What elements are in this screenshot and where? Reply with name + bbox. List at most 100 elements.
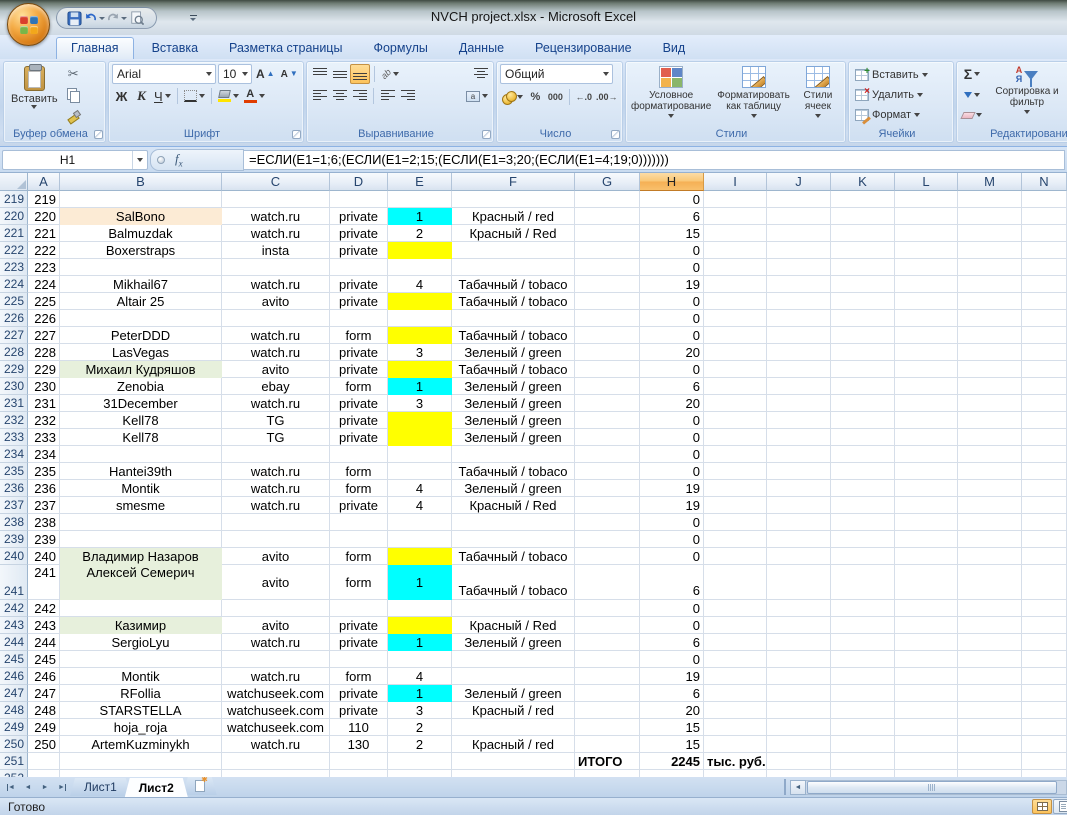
cell-A238[interactable]: 238 (28, 514, 60, 531)
cell-G224[interactable] (575, 276, 640, 293)
cell-D239[interactable] (330, 531, 388, 548)
cell-E240[interactable] (388, 548, 452, 565)
cell-J242[interactable] (767, 600, 831, 617)
cell-M234[interactable] (958, 446, 1022, 463)
cell-M222[interactable] (958, 242, 1022, 259)
cell-N242[interactable] (1022, 600, 1067, 617)
cell-C241[interactable]: avito (222, 565, 330, 600)
cell-F237[interactable]: Красный / Red (452, 497, 575, 514)
cell-C243[interactable]: avito (222, 617, 330, 634)
cell-A229[interactable]: 229 (28, 361, 60, 378)
cell-J247[interactable] (767, 685, 831, 702)
wrap-text-button[interactable] (471, 64, 490, 84)
cell-C229[interactable]: avito (222, 361, 330, 378)
cell-K223[interactable] (831, 259, 895, 276)
insert-function-icon[interactable]: fx (175, 151, 183, 169)
col-header-M[interactable]: M (958, 173, 1022, 191)
cell-A252[interactable] (28, 770, 60, 777)
cell-M249[interactable] (958, 719, 1022, 736)
cell-H246[interactable]: 19 (640, 668, 704, 685)
cell-L237[interactable] (895, 497, 958, 514)
cell-M235[interactable] (958, 463, 1022, 480)
cell-H242[interactable]: 0 (640, 600, 704, 617)
format-painter-button[interactable] (64, 105, 83, 125)
cell-H225[interactable]: 0 (640, 293, 704, 310)
cell-M219[interactable] (958, 191, 1022, 208)
cell-H238[interactable]: 0 (640, 514, 704, 531)
row-header-235[interactable]: 235 (0, 463, 28, 480)
cell-F250[interactable]: Красный / red (452, 736, 575, 753)
cell-N240[interactable] (1022, 548, 1067, 565)
cell-I242[interactable] (704, 600, 767, 617)
percent-style-button[interactable]: % (526, 87, 545, 107)
cell-F240[interactable]: Табачный / tobaco (452, 548, 575, 565)
first-sheet-icon[interactable]: ◄ (3, 780, 19, 795)
row-header-244[interactable]: 244 (0, 634, 28, 651)
cell-A220[interactable]: 220 (28, 208, 60, 225)
cell-G219[interactable] (575, 191, 640, 208)
cell-J228[interactable] (767, 344, 831, 361)
cell-E241[interactable]: 1 (388, 565, 452, 600)
cell-K222[interactable] (831, 242, 895, 259)
cell-D243[interactable]: private (330, 617, 388, 634)
cell-J244[interactable] (767, 634, 831, 651)
cell-J235[interactable] (767, 463, 831, 480)
cell-E252[interactable] (388, 770, 452, 777)
cell-N220[interactable] (1022, 208, 1067, 225)
cell-A243[interactable]: 243 (28, 617, 60, 634)
accounting-format-button[interactable] (500, 87, 525, 107)
cell-D238[interactable] (330, 514, 388, 531)
normal-view-button[interactable] (1032, 799, 1052, 814)
cell-K235[interactable] (831, 463, 895, 480)
cell-E223[interactable] (388, 259, 452, 276)
cell-H224[interactable]: 19 (640, 276, 704, 293)
cell-E250[interactable]: 2 (388, 736, 452, 753)
cell-A222[interactable]: 222 (28, 242, 60, 259)
cell-D249[interactable]: 110 (330, 719, 388, 736)
cell-K239[interactable] (831, 531, 895, 548)
cell-E231[interactable]: 3 (388, 395, 452, 412)
cell-H250[interactable]: 15 (640, 736, 704, 753)
cell-I252[interactable] (704, 770, 767, 777)
cell-L235[interactable] (895, 463, 958, 480)
cell-K225[interactable] (831, 293, 895, 310)
cell-J223[interactable] (767, 259, 831, 276)
cell-H236[interactable]: 19 (640, 480, 704, 497)
cell-H237[interactable]: 19 (640, 497, 704, 514)
cell-I231[interactable] (704, 395, 767, 412)
cell-D220[interactable]: private (330, 208, 388, 225)
cell-A242[interactable]: 242 (28, 600, 60, 617)
cell-K228[interactable] (831, 344, 895, 361)
cell-L224[interactable] (895, 276, 958, 293)
cell-N232[interactable] (1022, 412, 1067, 429)
scrollbar-track[interactable] (806, 780, 1067, 795)
cell-E239[interactable] (388, 531, 452, 548)
cell-I245[interactable] (704, 651, 767, 668)
cell-L243[interactable] (895, 617, 958, 634)
cell-D228[interactable]: private (330, 344, 388, 361)
cell-J237[interactable] (767, 497, 831, 514)
cell-N227[interactable] (1022, 327, 1067, 344)
cell-M230[interactable] (958, 378, 1022, 395)
cell-C249[interactable]: watchuseek.com (222, 719, 330, 736)
row-header-220[interactable]: 220 (0, 208, 28, 225)
cell-E249[interactable]: 2 (388, 719, 452, 736)
copy-button[interactable] (64, 85, 83, 105)
autosum-button[interactable]: Σ (960, 64, 984, 84)
cell-H227[interactable]: 0 (640, 327, 704, 344)
cell-K234[interactable] (831, 446, 895, 463)
cell-D246[interactable]: form (330, 668, 388, 685)
cell-L219[interactable] (895, 191, 958, 208)
row-header-245[interactable]: 245 (0, 651, 28, 668)
cell-C245[interactable] (222, 651, 330, 668)
cell-H221[interactable]: 15 (640, 225, 704, 242)
col-header-F[interactable]: F (452, 173, 575, 191)
cell-B252[interactable] (60, 770, 222, 777)
cell-I236[interactable] (704, 480, 767, 497)
cell-D252[interactable] (330, 770, 388, 777)
cell-L252[interactable] (895, 770, 958, 777)
cell-M224[interactable] (958, 276, 1022, 293)
cell-G245[interactable] (575, 651, 640, 668)
cell-B243[interactable]: Казимир (60, 617, 222, 634)
cell-L220[interactable] (895, 208, 958, 225)
